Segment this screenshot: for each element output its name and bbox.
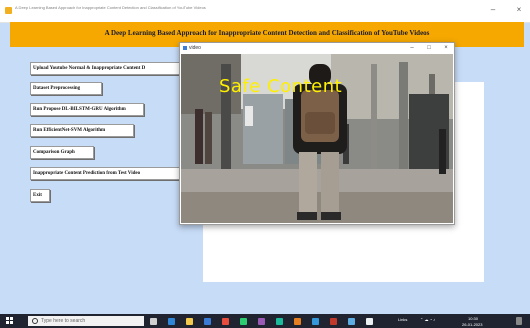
exit-button[interactable]: Exit [30,189,50,202]
app-icon [5,7,12,14]
upload-dataset-button[interactable]: Upload Youtube Normal & Inappropriate Co… [30,62,182,75]
app-icon-teal[interactable] [276,318,283,325]
app-icon-orange[interactable] [294,318,301,325]
app-icon-purple[interactable] [258,318,265,325]
banner-title: A Deep Learning Based Approach for Inapp… [104,29,430,37]
app-titlebar: A Deep Learning Based Approach for Inapp… [0,0,530,23]
comparison-graph-button[interactable]: Comparison Graph [30,146,94,159]
video-window-title: video [189,45,201,51]
video-close-button[interactable]: × [440,43,452,54]
clock-date[interactable]: 26-01-2023 [462,322,482,327]
run-bilstm-gru-button[interactable]: Run Propose DL-BILSTM-GRU Algorithm [30,103,144,116]
tray-icons[interactable]: ⌃ ☁ ◔ ♪ [420,317,435,322]
python-icon[interactable] [312,318,319,325]
close-button[interactable]: × [512,3,526,17]
file-explorer-icon[interactable] [186,318,193,325]
tray-links[interactable]: Links [398,317,407,322]
predict-test-video-button[interactable]: Inappropriate Content Prediction from Te… [30,167,182,180]
windows-start-icon[interactable] [6,317,14,325]
video-window[interactable]: video – □ × Safe Content [179,42,455,225]
taskbar-search-box[interactable]: Type here to search [28,316,144,326]
app-title: A Deep Learning Based Approach for Inapp… [15,5,206,10]
edge-icon[interactable] [168,318,175,325]
dataset-preprocessing-button[interactable]: Dataset Preprocessing [30,82,102,95]
video-titlebar: video – □ × [180,43,454,54]
app-icon-blue[interactable] [348,318,355,325]
prediction-overlay-text: Safe Content [219,76,343,97]
video-frame: Safe Content [181,54,453,223]
run-efficientnet-svm-button[interactable]: Run EfficientNet-SVM Algorithm [30,124,134,137]
chrome-icon[interactable] [222,318,229,325]
video-app-icon [183,46,187,50]
store-icon[interactable] [204,318,211,325]
app-icon-green[interactable] [240,318,247,325]
app-icon-white[interactable] [366,318,373,325]
search-icon [32,318,38,324]
app-icon-red[interactable] [330,318,337,325]
video-minimize-button[interactable]: – [406,43,418,54]
taskbar-search-placeholder: Type here to search [41,318,86,324]
task-view-icon[interactable] [150,318,157,325]
video-maximize-button[interactable]: □ [423,43,435,54]
taskbar: Type here to search Links ⌃ ☁ ◔ ♪ 10:30 … [0,314,530,328]
notification-icon[interactable] [516,317,522,325]
clock-time[interactable]: 10:30 [468,316,478,321]
minimize-button[interactable]: – [486,3,500,17]
